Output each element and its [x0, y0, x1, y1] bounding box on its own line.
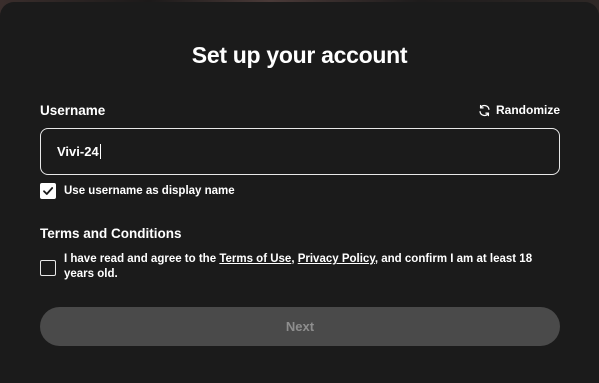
terms-agreement: I have read and agree to the Terms of Us… [40, 252, 560, 282]
terms-of-use-link[interactable]: Terms of Use [219, 253, 291, 265]
checkmark-icon [43, 187, 54, 195]
randomize-label: Randomize [495, 103, 560, 117]
terms-text-before: I have read and agree to the [64, 253, 220, 265]
next-button[interactable]: Next [40, 307, 560, 346]
username-input-value: Vivi-24 [57, 144, 99, 159]
display-name-option: Use username as display name [40, 183, 235, 199]
account-setup-dialog: Set up your account Username Randomize V… [0, 2, 599, 383]
display-name-label: Use username as display name [64, 185, 235, 197]
terms-text: I have read and agree to the Terms of Us… [64, 252, 554, 282]
randomize-button[interactable]: Randomize [478, 103, 560, 117]
display-name-checkbox[interactable] [40, 183, 56, 199]
username-input[interactable]: Vivi-24 [40, 128, 560, 175]
terms-heading: Terms and Conditions [40, 226, 182, 241]
text-caret [99, 144, 101, 159]
dialog-title: Set up your account [191, 42, 408, 68]
terms-checkbox[interactable] [40, 260, 56, 276]
privacy-policy-link[interactable]: Privacy Policy [298, 253, 375, 265]
refresh-icon [478, 104, 491, 117]
username-label: Username [40, 103, 106, 118]
